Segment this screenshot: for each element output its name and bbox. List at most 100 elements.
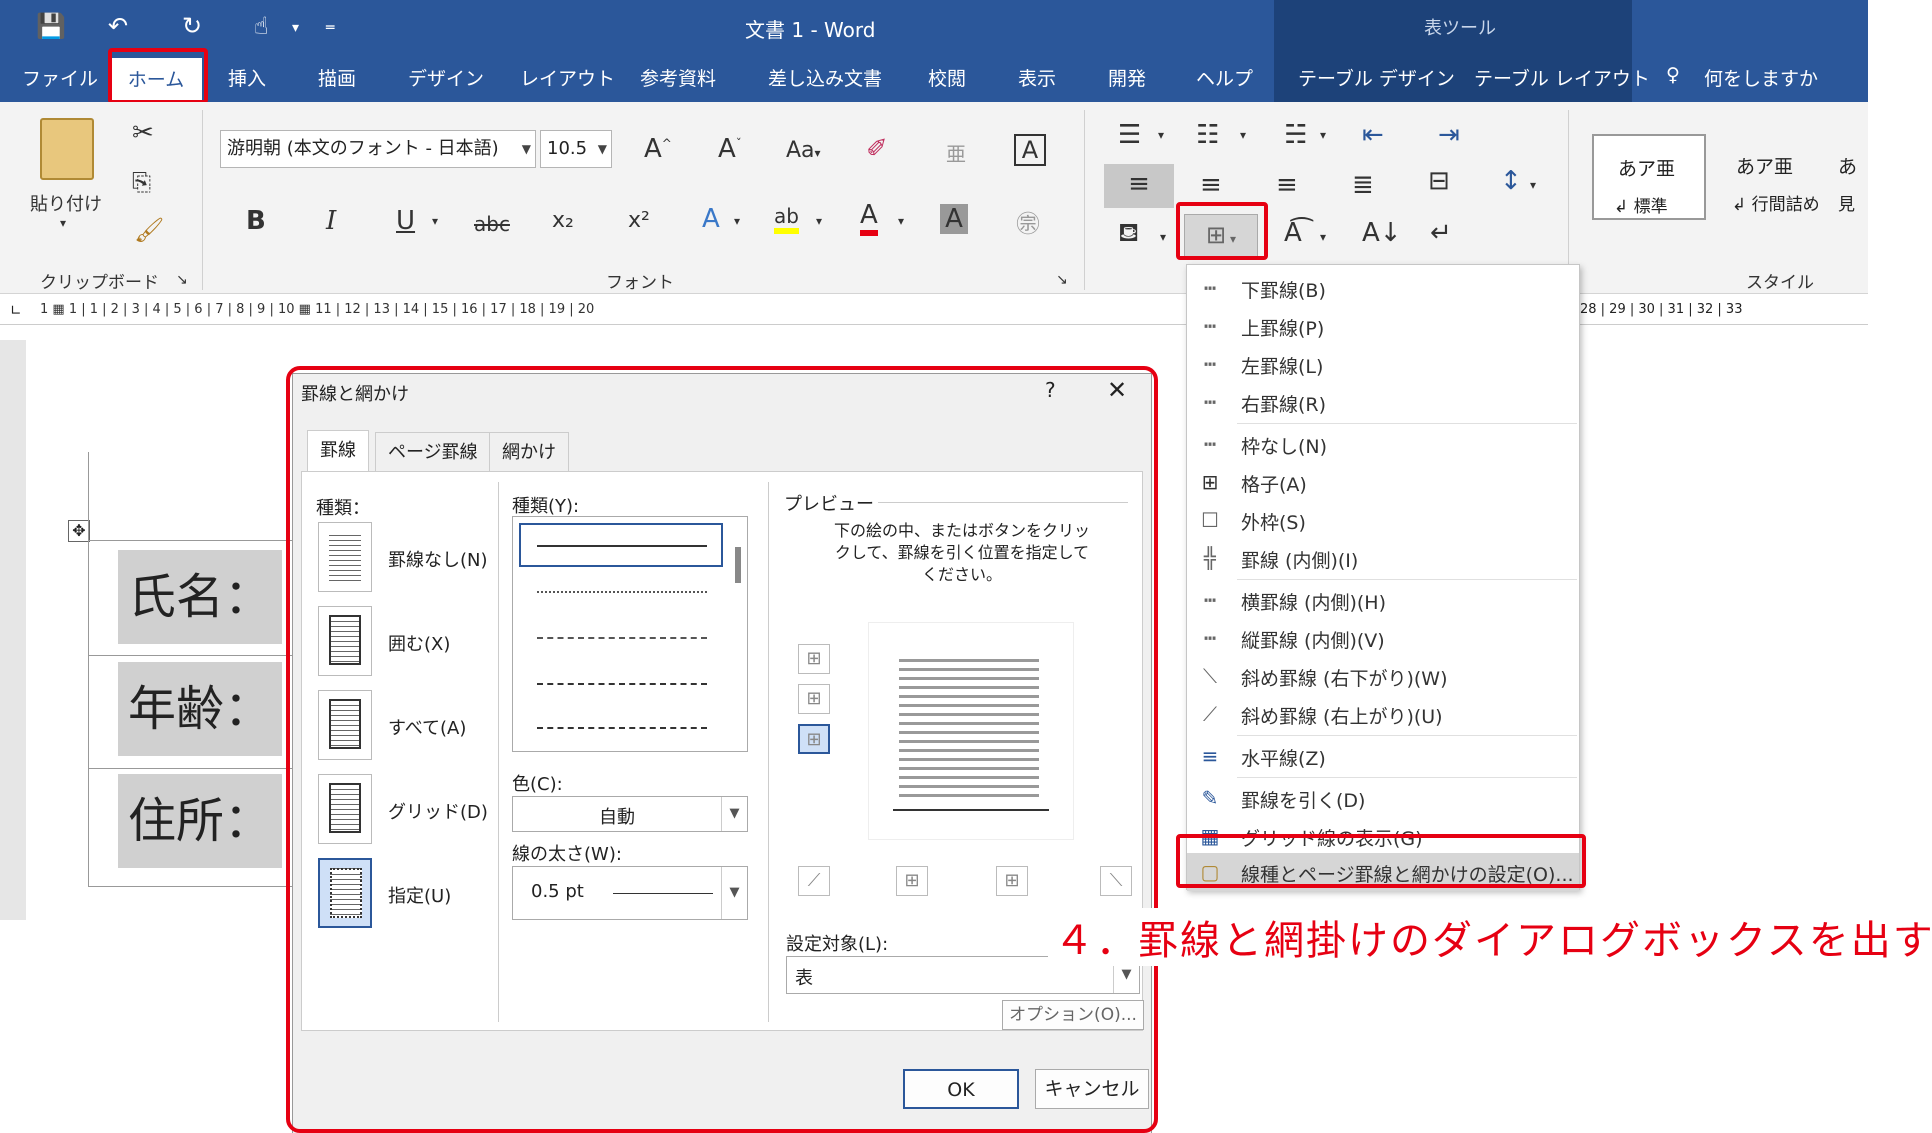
shading-dropdown-icon[interactable]: ▾: [1160, 230, 1166, 244]
bullets-icon[interactable]: ☰: [1118, 120, 1141, 150]
menu-item-diagonal-up[interactable]: ⟋ 斜め罫線 (右上がり)(U): [1187, 695, 1579, 733]
touch-mode-icon[interactable]: ☝: [254, 12, 269, 40]
tab-insert[interactable]: 挿入: [228, 64, 266, 91]
text-effects-dropdown-icon[interactable]: ▾: [734, 214, 740, 228]
numbering-icon[interactable]: ☷: [1196, 120, 1219, 150]
multilevel-dropdown-icon[interactable]: ▾: [1320, 128, 1326, 142]
shading-bucket-icon[interactable]: ⛾: [1118, 218, 1139, 252]
tab-file[interactable]: ファイル: [22, 64, 98, 91]
tab-draw[interactable]: 描画: [318, 64, 356, 91]
vertical-ruler[interactable]: [0, 340, 26, 920]
menu-item-top-border[interactable]: ┅ 上罫線(P): [1187, 307, 1579, 345]
font-color-dropdown-icon[interactable]: ▾: [898, 214, 904, 228]
character-shading-icon[interactable]: A: [940, 204, 968, 234]
change-case-button[interactable]: Aa▾: [786, 138, 821, 163]
bold-button[interactable]: B: [246, 206, 266, 236]
clipboard-launcher-icon[interactable]: ↘: [176, 272, 188, 288]
text-effects-icon[interactable]: A: [702, 204, 720, 234]
copy-icon[interactable]: ⎘: [132, 168, 151, 196]
shrink-font-icon[interactable]: Aˇ: [718, 134, 742, 164]
sort-icon[interactable]: A↓: [1362, 218, 1402, 248]
tab-mailings[interactable]: 差し込み文書: [768, 64, 882, 91]
menu-item-outside-borders[interactable]: ☐ 外枠(S): [1187, 501, 1579, 539]
font-color-icon[interactable]: A: [860, 200, 878, 236]
align-right-icon[interactable]: ≡: [1276, 170, 1298, 200]
phonetic-guide-icon[interactable]: 亜: [946, 138, 966, 167]
table-cell-name[interactable]: 氏名：: [118, 550, 283, 644]
tab-developer[interactable]: 開発: [1108, 64, 1146, 91]
numbering-dropdown-icon[interactable]: ▾: [1240, 128, 1246, 142]
style-normal[interactable]: あア亜 ↲ 標準: [1592, 134, 1706, 220]
decrease-indent-icon[interactable]: ⇤: [1362, 120, 1384, 150]
tab-help[interactable]: ヘルプ: [1196, 64, 1253, 91]
show-formatting-icon[interactable]: ↵: [1430, 218, 1452, 248]
table-cell-address[interactable]: 住所：: [118, 774, 283, 868]
align-center-icon[interactable]: ≡: [1200, 170, 1222, 200]
underline-button[interactable]: U: [396, 206, 415, 236]
customize-qat-icon[interactable]: ═: [326, 20, 334, 36]
font-name-combo[interactable]: 游明朝 (本文のフォント - 日本語) ▼: [220, 130, 536, 168]
menu-item-inside-borders[interactable]: ╬ 罫線 (内側)(I): [1187, 539, 1579, 577]
redo-icon[interactable]: ↻: [182, 12, 202, 40]
menu-item-draw-table[interactable]: ✎ 罫線を引く(D): [1187, 779, 1579, 817]
menu-item-all-borders[interactable]: ⊞ 格子(A): [1187, 463, 1579, 501]
menu-item-inside-horizontal[interactable]: ┅ 横罫線 (内側)(H): [1187, 581, 1579, 619]
touch-mode-dropdown-icon[interactable]: ▾: [292, 20, 299, 36]
underline-dropdown-icon[interactable]: ▾: [432, 214, 438, 228]
asian-layout-icon[interactable]: A͡: [1284, 218, 1302, 248]
line-spacing-icon[interactable]: ↕: [1500, 166, 1522, 196]
menu-item-bottom-border[interactable]: ┅ 下罫線(B): [1187, 269, 1579, 307]
paste-button-label[interactable]: 貼り付け: [30, 190, 102, 216]
tab-selector-icon[interactable]: ∟: [10, 303, 22, 319]
menu-item-right-border[interactable]: ┅ 右罫線(R): [1187, 383, 1579, 421]
tab-table-design[interactable]: テーブル デザイン: [1298, 64, 1455, 91]
tab-review[interactable]: 校閲: [928, 64, 966, 91]
menu-item-diagonal-down[interactable]: ⟍ 斜め罫線 (右下がり)(W): [1187, 657, 1579, 695]
styles-group-label: スタイル: [1746, 273, 1814, 293]
format-painter-icon[interactable]: 🖌: [134, 216, 164, 244]
menu-item-inside-vertical[interactable]: ┅ 縦罫線 (内側)(V): [1187, 619, 1579, 657]
font-size-value: 10.5: [547, 138, 588, 159]
table-cell-age[interactable]: 年齢：: [118, 662, 283, 756]
tab-design[interactable]: デザイン: [408, 64, 484, 91]
tab-layout[interactable]: レイアウト: [520, 64, 615, 91]
italic-button[interactable]: I: [326, 206, 336, 236]
paste-dropdown-icon[interactable]: ▾: [60, 216, 66, 230]
chevron-down-icon: ▼: [597, 142, 607, 156]
enclose-characters-icon[interactable]: ㊪: [1016, 204, 1040, 239]
highlight-dropdown-icon[interactable]: ▾: [816, 214, 822, 228]
tab-table-layout[interactable]: テーブル レイアウト: [1474, 64, 1650, 91]
table-move-handle-icon[interactable]: ✥: [68, 520, 90, 542]
distributed-icon[interactable]: ⊟: [1428, 166, 1450, 196]
highlight-icon[interactable]: ab: [774, 204, 799, 234]
menu-item-no-border[interactable]: ┅ 枠なし(N): [1187, 425, 1579, 463]
grow-font-icon[interactable]: A^: [644, 134, 672, 164]
horizontal-ruler[interactable]: ∟ 1 ▦ 1 | 1 | 2 | 3 | 4 | 5 | 6 | 7 | 8 …: [0, 297, 1868, 325]
tell-me-search[interactable]: 何をしますか: [1704, 64, 1818, 91]
strikethrough-button[interactable]: abc: [474, 212, 510, 236]
menu-item-left-border[interactable]: ┅ 左罫線(L): [1187, 345, 1579, 383]
font-launcher-icon[interactable]: ↘: [1056, 272, 1068, 288]
multilevel-list-icon[interactable]: ☵: [1284, 120, 1307, 150]
cut-icon[interactable]: ✂: [132, 118, 154, 148]
asian-layout-dropdown-icon[interactable]: ▾: [1320, 230, 1326, 244]
style-no-spacing[interactable]: あア亜 ↲ 行間詰め: [1712, 134, 1826, 220]
tab-view[interactable]: 表示: [1018, 64, 1056, 91]
tab-references[interactable]: 参考資料: [640, 64, 716, 91]
menu-item-horizontal-line[interactable]: ≡ 水平線(Z): [1187, 737, 1579, 775]
save-icon[interactable]: 💾: [36, 12, 66, 40]
character-border-icon[interactable]: A: [1014, 134, 1046, 166]
style-heading[interactable]: あ 見: [1830, 134, 1868, 220]
bullets-dropdown-icon[interactable]: ▾: [1158, 128, 1164, 142]
font-size-combo[interactable]: 10.5 ▼: [540, 130, 612, 168]
paste-icon[interactable]: [40, 118, 94, 180]
undo-icon[interactable]: ↶: [108, 12, 128, 40]
line-spacing-dropdown-icon[interactable]: ▾: [1530, 178, 1536, 192]
align-left-button[interactable]: ≡: [1104, 164, 1174, 208]
clear-formatting-icon[interactable]: ✐: [866, 134, 888, 164]
style-normal-name: ↲ 標準: [1614, 197, 1668, 217]
superscript-button[interactable]: x²: [628, 208, 650, 233]
justify-icon[interactable]: ≣: [1352, 170, 1374, 200]
increase-indent-icon[interactable]: ⇥: [1438, 120, 1460, 150]
subscript-button[interactable]: x₂: [552, 208, 574, 233]
